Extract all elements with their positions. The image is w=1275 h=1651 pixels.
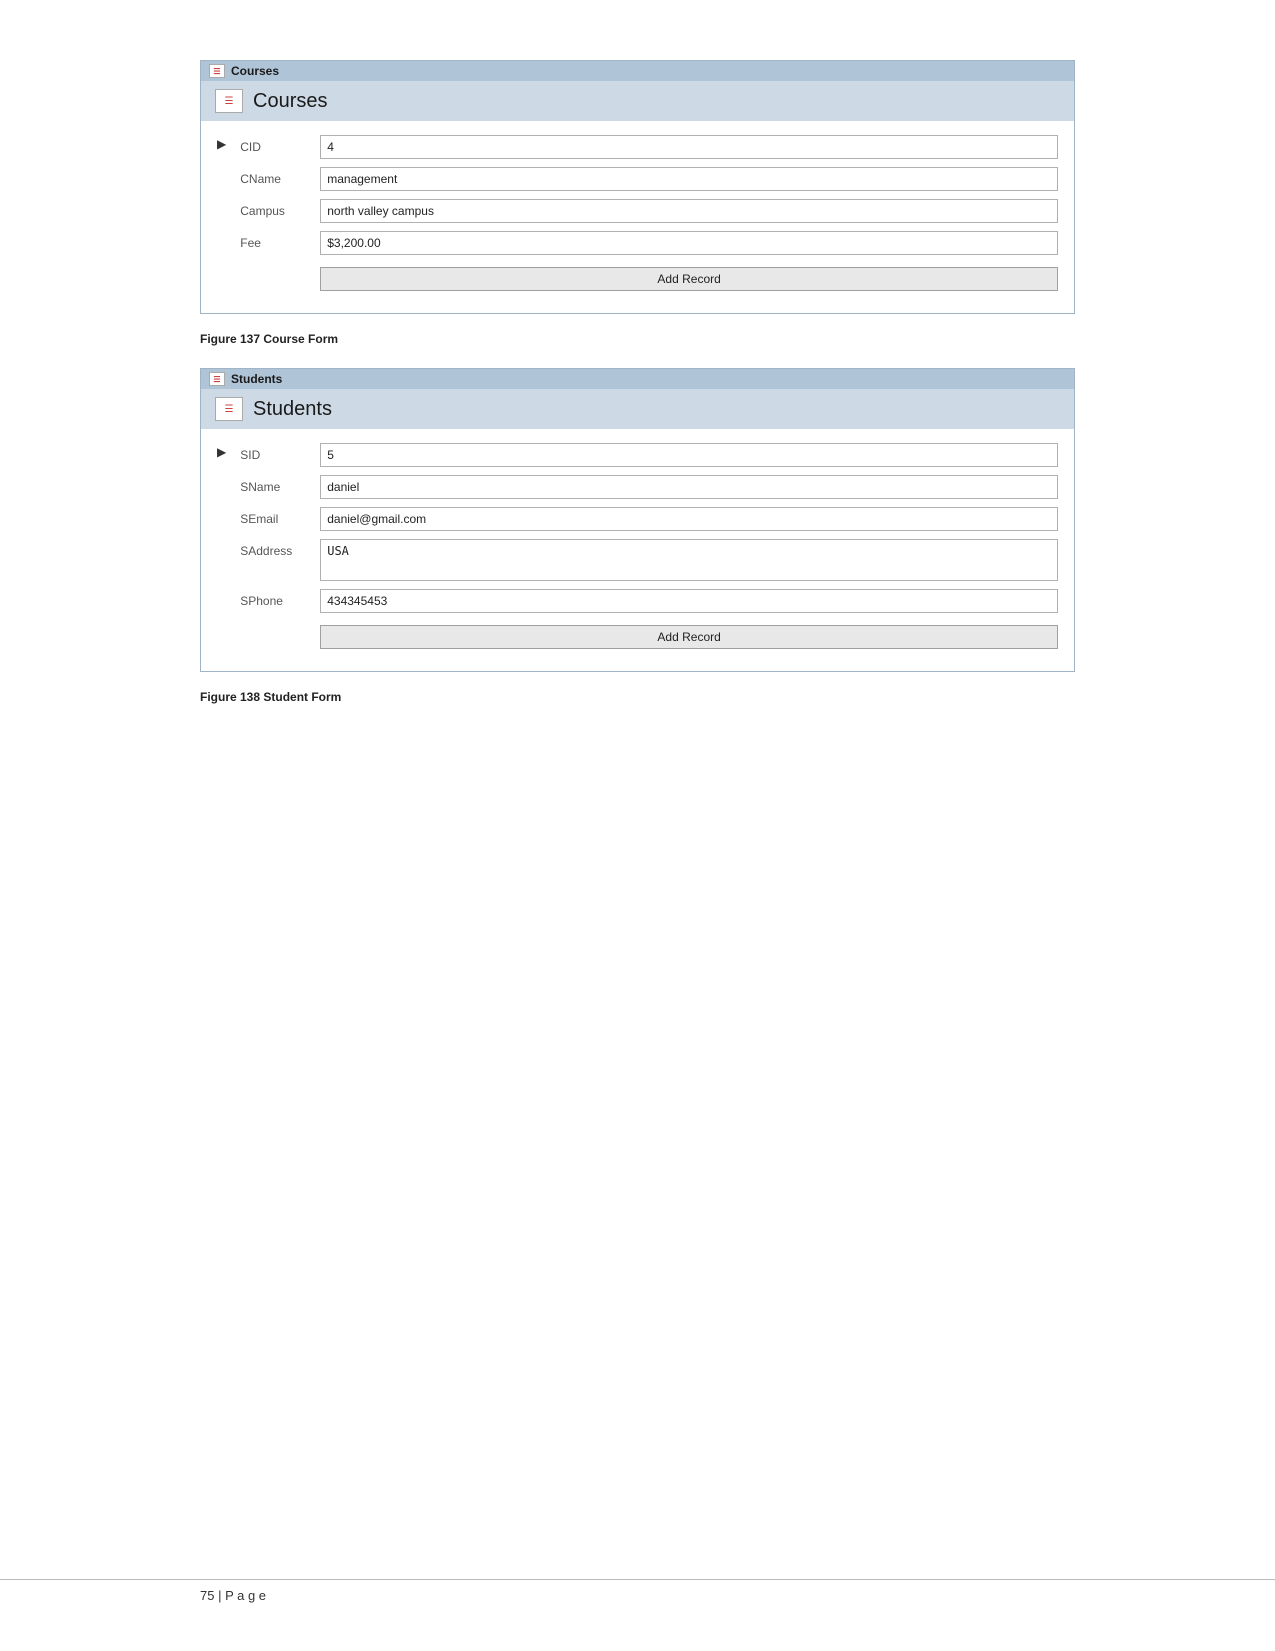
courses-title-label: Courses	[231, 64, 279, 78]
students-field-row-semail: SEmail	[240, 507, 1058, 531]
courses-form-body: ▶ CID CName Campus Fe	[201, 121, 1074, 313]
students-header-icon: ☰	[215, 397, 243, 421]
page-footer: 75 | P a g e	[0, 1579, 1275, 1611]
footer-page-label: P a g e	[225, 1588, 266, 1603]
students-form-body: ▶ SID SName SEmail SA	[201, 429, 1074, 671]
students-title-label: Students	[231, 372, 282, 386]
students-add-record-button[interactable]: Add Record	[320, 625, 1058, 649]
courses-label-cname: CName	[240, 167, 320, 186]
courses-title-bar: ☰ Courses	[201, 61, 1074, 81]
students-input-sid[interactable]	[320, 443, 1058, 467]
courses-input-cid[interactable]	[320, 135, 1058, 159]
courses-label-cid: CID	[240, 135, 320, 154]
students-label-sphone: SPhone	[240, 589, 320, 608]
students-input-sphone[interactable]	[320, 589, 1058, 613]
courses-header-title: Courses	[253, 90, 327, 113]
courses-form-window: ☰ Courses ☰ Courses ▶ CID CName	[200, 60, 1075, 314]
courses-field-row-cid: CID	[240, 135, 1058, 159]
students-title-icon: ☰	[209, 372, 225, 386]
courses-input-fee[interactable]	[320, 231, 1058, 255]
students-form-header: ☰ Students	[201, 389, 1074, 429]
courses-header-icon: ☰	[215, 89, 243, 113]
courses-title-icon: ☰	[209, 64, 225, 78]
students-nav-arrow: ▶	[217, 445, 226, 459]
courses-field-row-fee: Fee	[240, 231, 1058, 255]
students-label-sid: SID	[240, 443, 320, 462]
courses-input-cname[interactable]	[320, 167, 1058, 191]
students-input-semail[interactable]	[320, 507, 1058, 531]
students-label-sname: SName	[240, 475, 320, 494]
students-record-nav: ▶ SID SName SEmail SA	[217, 439, 1058, 655]
footer-separator: |	[214, 1588, 225, 1603]
students-form-window: ☰ Students ☰ Students ▶ SID SName	[200, 368, 1075, 672]
courses-field-row-cname: CName	[240, 167, 1058, 191]
courses-label-campus: Campus	[240, 199, 320, 218]
students-field-row-sphone: SPhone	[240, 589, 1058, 613]
courses-record-nav: ▶ CID CName Campus Fe	[217, 131, 1058, 297]
students-field-row-sid: SID	[240, 443, 1058, 467]
students-title-bar: ☰ Students	[201, 369, 1074, 389]
students-field-row-saddress: SAddress USA	[240, 539, 1058, 581]
courses-add-record-button[interactable]: Add Record	[320, 267, 1058, 291]
page-number: 75	[200, 1588, 214, 1603]
students-figure-caption: Figure 138 Student Form	[200, 690, 1075, 704]
students-label-saddress: SAddress	[240, 539, 320, 558]
courses-fields: CID CName Campus Fee	[240, 135, 1058, 291]
courses-field-row-campus: Campus	[240, 199, 1058, 223]
courses-figure-caption: Figure 137 Course Form	[200, 332, 1075, 346]
students-header-title: Students	[253, 398, 332, 421]
courses-nav-arrow: ▶	[217, 137, 226, 151]
students-input-saddress[interactable]: USA	[320, 539, 1058, 581]
courses-label-fee: Fee	[240, 231, 320, 250]
courses-input-campus[interactable]	[320, 199, 1058, 223]
students-input-sname[interactable]	[320, 475, 1058, 499]
courses-form-header: ☰ Courses	[201, 81, 1074, 121]
students-label-semail: SEmail	[240, 507, 320, 526]
students-field-row-sname: SName	[240, 475, 1058, 499]
students-fields: SID SName SEmail SAddress USA	[240, 443, 1058, 649]
